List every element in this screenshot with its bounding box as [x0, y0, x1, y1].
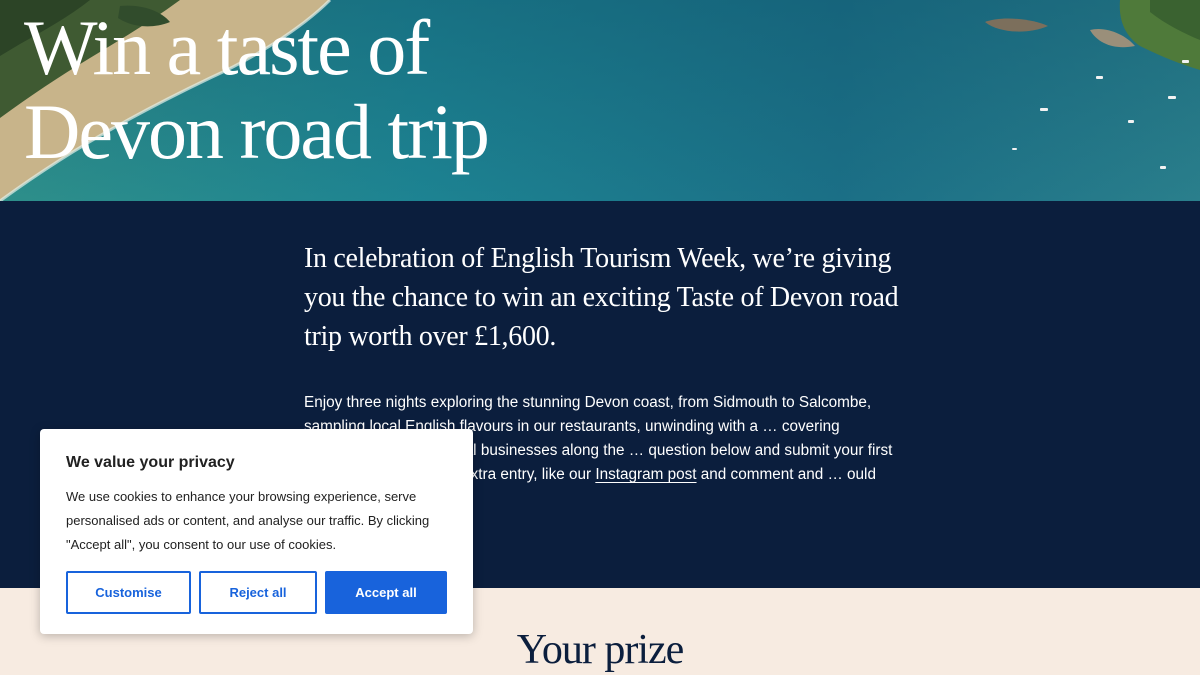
- reject-all-button[interactable]: Reject all: [199, 571, 317, 614]
- customise-button[interactable]: Customise: [66, 571, 191, 614]
- cookie-consent-banner: We value your privacy We use cookies to …: [40, 429, 473, 634]
- intro-lead: In celebration of English Tourism Week, …: [304, 243, 899, 352]
- page-title: Win a taste of Devon road trip: [24, 4, 490, 175]
- hero-banner: Win a taste of Devon road trip: [0, 0, 1200, 201]
- cookie-banner-text: We use cookies to enhance your browsing …: [66, 489, 430, 552]
- cookie-banner-title: We value your privacy: [66, 454, 235, 471]
- page-title-line-1: Win a taste of: [24, 4, 430, 91]
- instagram-post-link[interactable]: Instagram post: [595, 466, 696, 483]
- accept-all-button[interactable]: Accept all: [325, 571, 447, 614]
- page-title-line-2: Devon road trip: [24, 88, 490, 175]
